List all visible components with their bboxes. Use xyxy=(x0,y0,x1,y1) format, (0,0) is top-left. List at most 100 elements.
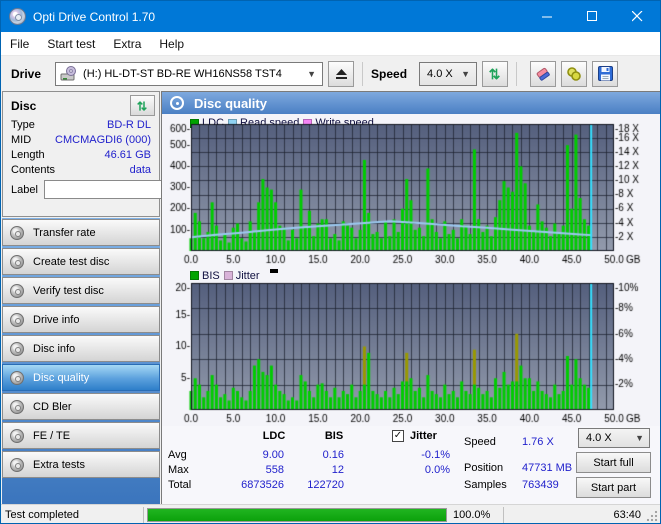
ldc-column-header: LDC xyxy=(262,430,286,442)
layer-break-marker xyxy=(269,269,278,273)
sidebar-item-label: Disc info xyxy=(33,342,76,355)
refresh-drive-button[interactable]: ⇄ xyxy=(482,60,509,87)
max-bis-value: 12 xyxy=(331,464,344,476)
disc-contents-value: data xyxy=(129,164,151,176)
stats-section: LDC BIS ✓ Jitter Avg 9.00 0.16 -0.1% Max… xyxy=(162,426,660,504)
legend-label: BIS xyxy=(202,269,220,282)
status-text: Test completed xyxy=(5,508,79,521)
sidebar-item-label: Drive info xyxy=(33,313,80,326)
test-speed-select[interactable]: 4.0 X ▼ xyxy=(578,428,650,448)
menubar: File Start test Extra Help xyxy=(1,32,660,55)
chevron-down-icon: ▼ xyxy=(307,68,317,79)
sidebar-item-verify-test-disc[interactable]: Verify test disc xyxy=(2,277,160,304)
avg-bis-value: 0.16 xyxy=(322,449,344,461)
sidebar-item-extra-tests[interactable]: Extra tests xyxy=(2,451,160,478)
disc-panel-title: Disc xyxy=(11,98,37,113)
close-icon xyxy=(632,11,643,22)
jitter-header-label: Jitter xyxy=(410,430,437,442)
max-jitter-value: 0.0% xyxy=(424,464,450,476)
disc-contents-label: Contents xyxy=(11,164,56,176)
sidebar-item-transfer-rate[interactable]: Transfer rate xyxy=(2,219,160,246)
close-button[interactable] xyxy=(615,1,660,32)
start-part-button[interactable]: Start part xyxy=(576,477,651,498)
minimize-button[interactable] xyxy=(525,1,570,32)
disc-icon xyxy=(10,457,24,472)
samples-stat-label: Samples xyxy=(464,479,507,491)
panel-title: Disc quality xyxy=(194,95,267,111)
statusbar: Test completed 100.0% 63:40 xyxy=(1,504,660,523)
menu-help[interactable]: Help xyxy=(150,34,193,54)
maximize-button[interactable] xyxy=(570,1,615,32)
ldc-chart-canvas xyxy=(163,122,660,268)
sidebar-item-label: FE / TE xyxy=(33,429,71,442)
speed-stat-value: 1.76 X xyxy=(522,436,554,448)
eject-icon xyxy=(335,68,347,79)
erase-disc-button[interactable] xyxy=(530,60,557,87)
jitter-column-header: ✓ Jitter xyxy=(392,430,437,442)
disc-icon xyxy=(10,370,24,385)
avg-row-label: Avg xyxy=(168,449,187,461)
sidebar-item-cd-bler[interactable]: CD Bler xyxy=(2,393,160,420)
progress-bar xyxy=(147,508,447,522)
max-row-label: Max xyxy=(168,464,189,476)
toolbar-separator xyxy=(362,61,364,86)
sidebar-nav: Transfer rate Create test disc Verify te… xyxy=(2,218,160,523)
chevron-down-icon: ▼ xyxy=(461,68,471,79)
drive-label: Drive xyxy=(11,66,42,81)
avg-jitter-value: -0.1% xyxy=(421,449,450,461)
sidebar-item-fe-te[interactable]: FE / TE xyxy=(2,422,160,449)
eject-button[interactable] xyxy=(328,60,355,87)
bis-column-header: BIS xyxy=(324,430,344,442)
disc-label-row: Label xyxy=(3,177,213,200)
panel-header: Disc quality xyxy=(162,92,660,114)
disc-icon xyxy=(170,96,184,110)
refresh-icon: ⇄ xyxy=(135,100,150,111)
yellow-rings-icon xyxy=(567,67,581,81)
menu-start-test[interactable]: Start test xyxy=(38,34,104,54)
toolbar: Drive (H:) HL-DT-ST BD-RE WH16NS58 TST4 … xyxy=(1,55,660,91)
tools-button[interactable] xyxy=(561,60,588,87)
disc-type-value: BD-R DL xyxy=(106,119,151,131)
speed-label: Speed xyxy=(371,66,408,81)
jitter-swatch xyxy=(223,271,233,280)
menu-file[interactable]: File xyxy=(1,34,38,54)
sidebar-item-disc-info[interactable]: Disc info xyxy=(2,335,160,362)
jitter-checkbox[interactable]: ✓ xyxy=(392,430,404,442)
save-button[interactable] xyxy=(592,60,619,87)
menu-extra[interactable]: Extra xyxy=(104,34,150,54)
drive-disc-icon xyxy=(60,65,77,80)
start-full-button[interactable]: Start full xyxy=(576,452,651,473)
left-column: Disc ⇄ Type BD-R DL MID CMCMAGDI6 (000) … xyxy=(1,91,213,523)
minimize-icon xyxy=(542,16,552,18)
sidebar-item-label: Disc quality xyxy=(33,371,90,384)
rescan-disc-button[interactable]: ⇄ xyxy=(130,95,155,116)
sidebar-item-label: Transfer rate xyxy=(33,226,96,239)
bis-swatch xyxy=(190,271,199,280)
drive-select[interactable]: (H:) HL-DT-ST BD-RE WH16NS58 TST4 ▼ xyxy=(55,61,324,86)
disc-icon xyxy=(10,225,24,240)
sidebar-item-disc-quality[interactable]: Disc quality xyxy=(2,364,160,391)
progress-fill xyxy=(148,509,446,521)
toolbar-separator xyxy=(516,61,518,86)
sidebar-item-label: Extra tests xyxy=(33,458,85,471)
sidebar-item-label: Verify test disc xyxy=(33,284,104,297)
speed-select[interactable]: 4.0 X ▼ xyxy=(419,61,478,86)
disc-type-label: Type xyxy=(11,119,35,131)
window-title: Opti Drive Control 1.70 xyxy=(33,9,156,24)
disc-icon xyxy=(10,283,24,298)
speed-stat-label: Speed xyxy=(464,436,496,448)
sidebar-item-drive-info[interactable]: Drive info xyxy=(2,306,160,333)
app-window: Opti Drive Control 1.70 File Start test … xyxy=(0,0,661,524)
disc-label-label: Label xyxy=(11,183,38,196)
chevron-down-icon: ▼ xyxy=(635,433,644,443)
sidebar-item-create-test-disc[interactable]: Create test disc xyxy=(2,248,160,275)
bis-chart-canvas xyxy=(163,281,660,427)
resize-grip[interactable] xyxy=(646,510,658,522)
disc-length-value: 46.61 GB xyxy=(104,149,151,161)
disc-info-panel: Disc ⇄ Type BD-R DL MID CMCMAGDI6 (000) … xyxy=(2,91,213,217)
position-stat-value: 47731 MB xyxy=(522,462,573,474)
refresh-icon: ⇄ xyxy=(487,67,504,80)
disc-quality-panel: Disc quality LDC Read speed Write speed … xyxy=(161,91,660,504)
drive-value: (H:) HL-DT-ST BD-RE WH16NS58 TST4 xyxy=(83,67,282,80)
disc-mid-label: MID xyxy=(11,134,32,146)
